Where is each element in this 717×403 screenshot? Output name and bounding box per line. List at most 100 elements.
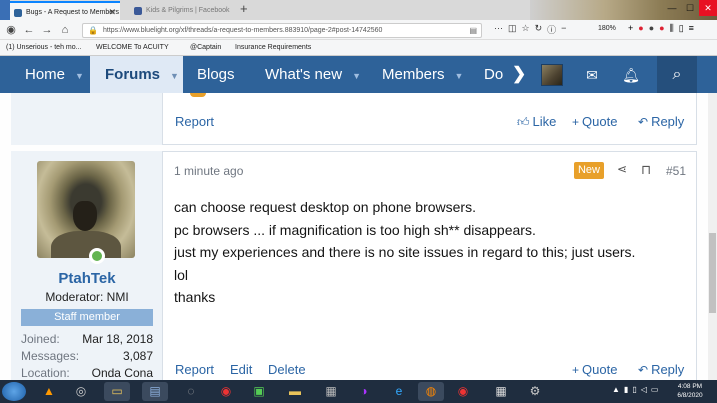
nav-label: Home — [25, 66, 66, 83]
post-number[interactable]: #51 — [666, 164, 686, 178]
bookmark-item[interactable]: (1) Unserious - teh mo... — [6, 44, 81, 51]
share-icon[interactable]: ⋖ — [617, 162, 627, 176]
zoom-out-icon[interactable]: − — [561, 23, 566, 36]
delete-link[interactable]: Delete — [268, 362, 306, 377]
vlc-icon[interactable]: ▲ — [36, 382, 62, 401]
reader-icon[interactable]: ▤ — [469, 26, 477, 35]
extension-red-icon[interactable]: ● — [638, 23, 643, 34]
zoom-level[interactable]: 180% — [598, 25, 616, 32]
reply-arrow-icon: ↶ — [638, 115, 649, 129]
forum-navbar: Home ▼ Forums ▼ Blogs What's new ▼ Members ▼… — [0, 56, 717, 93]
zoom-in-icon[interactable]: + — [628, 23, 633, 34]
page-scrollbar[interactable] — [708, 93, 717, 380]
media-player-icon[interactable]: ◎ — [68, 382, 94, 401]
bookmark-item[interactable]: Insurance Requirements — [235, 44, 311, 51]
notes-icon[interactable]: ▦ — [318, 382, 344, 401]
edit-link[interactable]: Edit — [230, 362, 252, 377]
poster-username[interactable]: PtahTek — [11, 270, 162, 287]
notepad-icon[interactable]: ▤ — [142, 382, 168, 401]
post-timestamp[interactable]: 1 minute ago — [174, 164, 243, 178]
alerts-bell-icon[interactable]: 🔔︎ — [621, 65, 641, 85]
report-link[interactable]: Report — [175, 362, 214, 377]
poster-avatar[interactable] — [37, 161, 135, 258]
chevron-down-icon: ▼ — [75, 71, 84, 81]
firefox-taskbar-icon[interactable]: ◍ — [418, 382, 444, 401]
extension-dark-icon[interactable]: ● — [649, 23, 654, 34]
quote-button[interactable]: + Quote — [572, 114, 617, 129]
firefox-menu-icon[interactable] — [0, 0, 10, 20]
folder-icon[interactable]: ▬ — [282, 382, 308, 401]
app-icon[interactable]: ◌ — [178, 382, 204, 401]
close-window-icon[interactable]: ✕ — [699, 0, 717, 16]
page-actions-menu[interactable]: ··· — [494, 23, 503, 36]
reload-icon[interactable]: ↻ — [535, 23, 543, 36]
search-icon[interactable]: ⌕ — [657, 56, 697, 93]
bookmark-star-icon[interactable]: ☆ — [522, 23, 530, 36]
hamburger-menu-icon[interactable]: ≡ — [689, 23, 694, 34]
like-button[interactable]: 👍︎ Like — [517, 114, 556, 130]
file-explorer-icon[interactable]: ▭ — [104, 382, 130, 401]
nav-members[interactable]: Members ▼ — [382, 56, 463, 93]
red-app-icon[interactable]: ◉ — [450, 382, 476, 401]
inbox-icon[interactable]: ✉ — [582, 65, 602, 85]
previous-post-user-side — [11, 93, 163, 145]
extension-badge-icon[interactable]: ● — [659, 23, 664, 34]
bluelight-favicon-icon — [14, 9, 22, 17]
post-line: lol — [174, 266, 189, 283]
close-tab-icon[interactable]: ✕ — [108, 7, 116, 18]
start-button-icon[interactable] — [2, 382, 26, 401]
settings-icon[interactable]: ⚙ — [522, 382, 548, 401]
post-line: can choose request desktop on phone brow… — [174, 199, 476, 215]
bookmark-item[interactable]: WELCOME To ACUITY — [96, 44, 169, 51]
tab-facebook[interactable]: Kids & Pilgrims | Facebook — [130, 1, 238, 20]
reply-button[interactable]: ↶ Reply — [638, 362, 684, 377]
quote-button[interactable]: + Quote — [572, 362, 617, 377]
bookmark-item[interactable]: @Captain — [190, 44, 221, 51]
toolbar-icons: ··· ◫ ☆ ↻ ⓘ − — [494, 23, 566, 36]
extension-icons: + ● ● ● ⫼ ▯ ≡ — [628, 23, 694, 34]
info-icon[interactable]: ⓘ — [547, 23, 556, 36]
media-app-icon[interactable]: ◑ — [351, 382, 377, 401]
nav-donate[interactable]: Do — [484, 56, 503, 93]
user-avatar[interactable] — [541, 64, 563, 86]
nav-blogs[interactable]: Blogs — [197, 56, 235, 93]
taskbar-clock[interactable]: 4:08 PM 6/8/2020 — [670, 382, 710, 400]
scrollbar-thumb[interactable] — [709, 233, 716, 313]
network-icon[interactable]: ▯ — [632, 385, 636, 394]
stat-joined: Joined: Mar 18, 2018 — [21, 332, 153, 347]
forward-icon[interactable]: → — [40, 23, 54, 37]
maximize-icon[interactable]: ☐ — [681, 0, 699, 16]
reply-label: Reply — [651, 114, 685, 129]
calculator-icon[interactable]: ▦ — [488, 382, 514, 401]
internet-explorer-icon[interactable]: e — [386, 382, 412, 401]
report-link[interactable]: Report — [175, 114, 214, 129]
chrome-like-icon[interactable]: ◉ — [213, 382, 239, 401]
bookmark-icon[interactable]: ⊓ — [641, 162, 651, 178]
nav-label: What's new — [265, 66, 343, 83]
nav-forums[interactable]: Forums ▼ — [90, 56, 183, 93]
tray-app-icon[interactable]: ▮ — [624, 385, 628, 394]
volume-icon[interactable]: ◁ — [641, 385, 647, 394]
stat-label: Messages: — [21, 349, 80, 363]
tray-arrow-icon[interactable]: ▲ — [612, 385, 620, 394]
nav-whats-new[interactable]: What's new ▼ — [265, 56, 361, 93]
pocket-icon[interactable]: ◫ — [508, 23, 517, 36]
plus-icon: + — [572, 115, 580, 129]
new-tab-button[interactable]: + — [240, 1, 248, 16]
library-icon[interactable]: ⫼ — [670, 23, 674, 34]
sidebar-icon[interactable]: ▯ — [679, 23, 684, 34]
avatar-gasmask — [73, 201, 97, 231]
scroll-nav-right-icon[interactable]: ❯ — [512, 64, 526, 84]
tab-bugs-request[interactable]: Bugs - A Request to Members ✕ — [10, 1, 120, 20]
clock-date: 6/8/2020 — [677, 392, 703, 399]
stat-location: Location: Onda Cona — [21, 366, 153, 381]
back-icon[interactable]: ← — [22, 23, 36, 37]
action-center-icon[interactable]: ▭ — [651, 385, 659, 394]
nav-label: Do — [484, 66, 504, 83]
minimize-icon[interactable]: — — [663, 0, 681, 16]
home-icon[interactable]: ⌂ — [58, 23, 72, 37]
reply-button[interactable]: ↶ Reply — [638, 114, 684, 129]
nav-home[interactable]: Home ▼ — [0, 56, 90, 93]
url-bar[interactable]: 🔒 https://www.bluelight.org/xf/threads/a… — [82, 23, 482, 38]
terminal-icon[interactable]: ▣ — [246, 382, 272, 401]
